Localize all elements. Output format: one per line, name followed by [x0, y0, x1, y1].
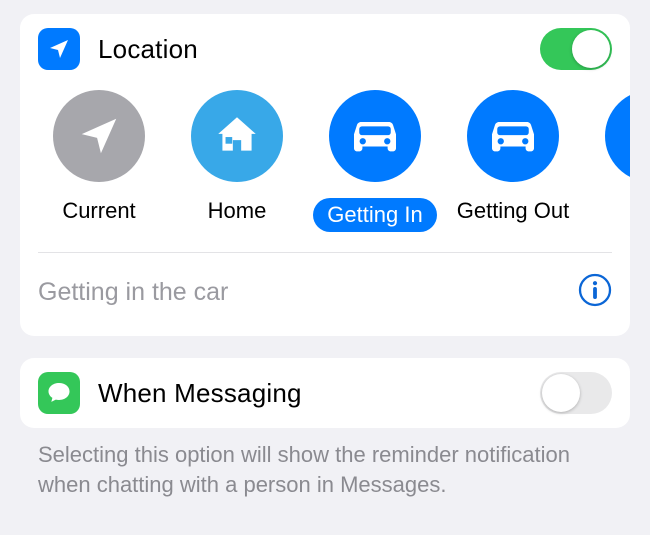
location-card: Location Current Home Getting In Getting Ou…	[20, 14, 630, 336]
option-label: Getting In	[313, 198, 436, 232]
option-label: Home	[208, 198, 267, 224]
arrow-icon	[53, 90, 145, 182]
messaging-header: When Messaging	[20, 358, 630, 428]
location-title: Location	[98, 34, 198, 65]
house-icon	[191, 90, 283, 182]
location-detail-text: Getting in the car	[38, 278, 228, 307]
messaging-help: Selecting this option will show the remi…	[0, 428, 650, 499]
option-label: Getting Out	[457, 198, 570, 224]
messaging-title: When Messaging	[98, 378, 302, 409]
messaging-icon	[38, 372, 80, 414]
location-detail-row[interactable]: Getting in the car	[20, 253, 630, 336]
messaging-card: When Messaging	[20, 358, 630, 428]
car-icon	[467, 90, 559, 182]
location-icon	[38, 28, 80, 70]
info-icon[interactable]	[578, 273, 612, 312]
toggle-knob	[542, 374, 580, 412]
location-option-getting-in[interactable]: Getting In	[306, 90, 444, 232]
messaging-toggle[interactable]	[540, 372, 612, 414]
location-options[interactable]: Current Home Getting In Getting Out Cu	[20, 84, 630, 252]
location-option-home[interactable]: Home	[168, 90, 306, 232]
location-toggle[interactable]	[540, 28, 612, 70]
location-header: Location	[20, 14, 630, 84]
toggle-knob	[572, 30, 610, 68]
option-label: Current	[62, 198, 135, 224]
car-icon	[329, 90, 421, 182]
location-option-custom[interactable]: Cu	[582, 90, 630, 232]
car-icon	[605, 90, 630, 182]
location-option-getting-out[interactable]: Getting Out	[444, 90, 582, 232]
location-option-current[interactable]: Current	[30, 90, 168, 232]
